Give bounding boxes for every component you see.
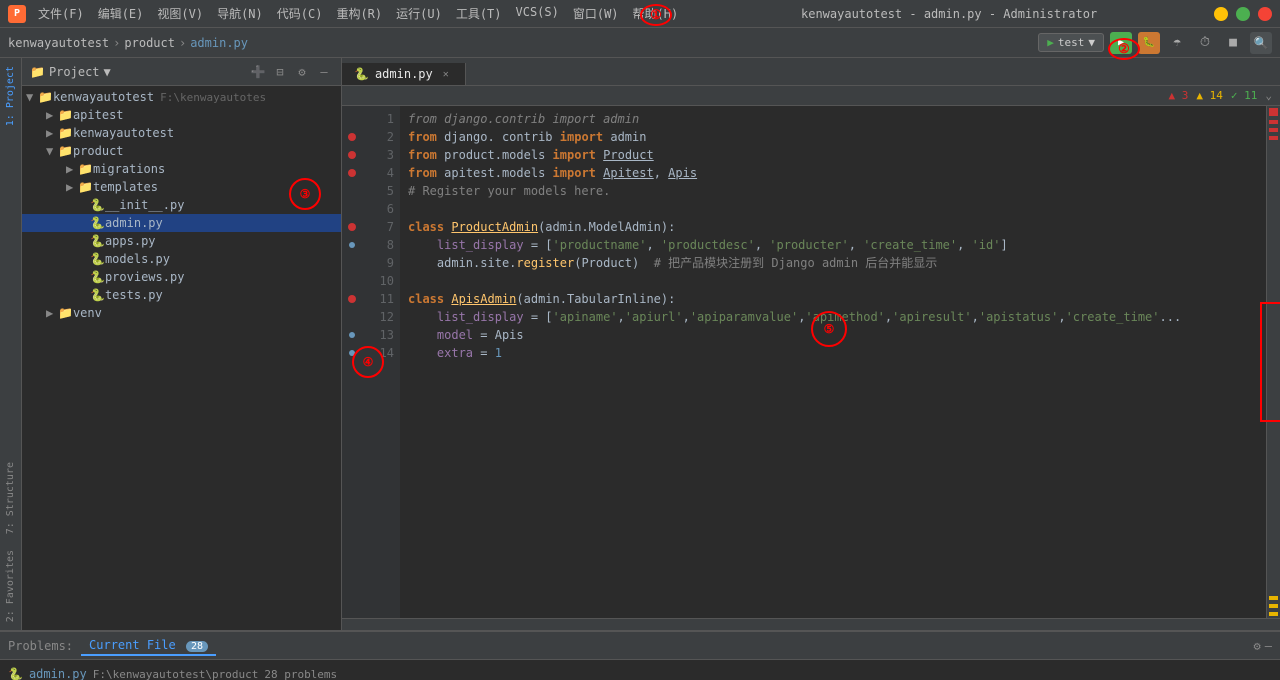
tree-item-root[interactable]: ▼ 📁 kenwayautotest F:\kenwayautotes — [22, 88, 341, 106]
app-logo: P — [8, 5, 26, 23]
project-panel-title[interactable]: 📁 Project ▼ — [30, 65, 111, 79]
menu-run[interactable]: 运行(U) — [390, 3, 448, 24]
gutter — [342, 106, 362, 618]
tree-item-proviews-py[interactable]: 🐍 proviews.py — [22, 268, 341, 286]
run-config-selector[interactable]: ▶ test ▼ — [1038, 33, 1104, 52]
tab-close-button[interactable]: ✕ — [439, 67, 453, 81]
project-collapse-button[interactable]: ⊟ — [271, 63, 289, 81]
breadcrumb: kenwayautotest › product › admin.py — [8, 36, 248, 50]
project-panel: ③ 📁 Project ▼ ➕ ⊟ ⚙ — ▼ 📁 — [22, 58, 342, 630]
stop-button[interactable]: ■ — [1222, 32, 1244, 54]
minimize-button[interactable] — [1214, 7, 1228, 21]
menu-refactor[interactable]: 重构(R) — [330, 3, 388, 24]
problem-file-header: 🐍 admin.py F:\kenwayautotest\product 28 … — [0, 664, 1280, 680]
error-count: ▲ 3 — [1169, 89, 1189, 102]
project-add-button[interactable]: ➕ — [249, 63, 267, 81]
menu-view[interactable]: 视图(V) — [151, 3, 209, 24]
code-content[interactable]: from django.contrib import admin from dj… — [400, 106, 1266, 618]
tab-admin-py[interactable]: 🐍 admin.py ✕ — [342, 63, 466, 85]
menu-file[interactable]: 文件(F) — [32, 3, 90, 24]
debug-button[interactable]: 🐛 — [1138, 32, 1160, 54]
problems-label: Problems: — [8, 639, 73, 653]
tab-bar: 🐍 admin.py ✕ — [342, 58, 1280, 86]
tree-item-templates[interactable]: ▶ 📁 templates — [22, 178, 341, 196]
project-close-button[interactable]: — — [315, 63, 333, 81]
tree-item-models-py[interactable]: 🐍 models.py — [22, 250, 341, 268]
project-settings-button[interactable]: ⚙ — [293, 63, 311, 81]
problems-content: 🐍 admin.py F:\kenwayautotest\product 28 … — [0, 660, 1280, 680]
project-panel-header: 📁 Project ▼ ➕ ⊟ ⚙ — — [22, 58, 341, 86]
problems-panel: ⑦ Problems: Current File 28 ⚙ — 🐍 admin.… — [0, 630, 1280, 680]
tree-item-apitest[interactable]: ▶ 📁 apitest — [22, 106, 341, 124]
problems-close-button[interactable]: — — [1265, 639, 1272, 653]
nav-bar: kenwayautotest › product › admin.py ▶ te… — [0, 28, 1280, 58]
problems-settings-button[interactable]: ⚙ — [1254, 639, 1261, 653]
scroll-error-indicator-3 — [1269, 128, 1278, 132]
tree-item-apps-py[interactable]: 🐍 apps.py — [22, 232, 341, 250]
tree-item-venv[interactable]: ▶ 📁 venv — [22, 304, 341, 322]
menu-bar: 文件(F) 编辑(E) 视图(V) 导航(N) 代码(C) 重构(R) 运行(U… — [32, 3, 684, 24]
file-tree: ▼ 📁 kenwayautotest F:\kenwayautotes ▶ 📁 … — [22, 86, 341, 630]
scroll-error-indicator[interactable] — [1269, 108, 1278, 116]
window-title: kenwayautotest - admin.py - Administrato… — [801, 7, 1097, 21]
menu-help[interactable]: 帮助(H) — [627, 3, 685, 24]
menu-vcs[interactable]: VCS(S) — [510, 3, 565, 24]
problems-count-badge: 28 — [186, 641, 208, 652]
tree-item-kenwayautotest[interactable]: ▶ 📁 kenwayautotest — [22, 124, 341, 142]
menu-navigate[interactable]: 导航(N) — [211, 3, 269, 24]
breadcrumb-file[interactable]: admin.py — [190, 36, 248, 50]
horizontal-scrollbar[interactable] — [342, 618, 1280, 630]
sidebar-label-project[interactable]: 1: Project — [3, 58, 18, 134]
breadcrumb-product[interactable]: product — [124, 36, 175, 50]
search-everywhere-button[interactable]: 🔍 — [1250, 32, 1272, 54]
ok-count: ✓ 11 — [1231, 89, 1258, 102]
maximize-button[interactable] — [1236, 7, 1250, 21]
title-bar: P 文件(F) 编辑(E) 视图(V) 导航(N) 代码(C) 重构(R) 运行… — [0, 0, 1280, 28]
line-numbers: 123456 789101112 1314 — [362, 106, 400, 618]
left-sidebar: 1: Project 7: Structure 2: Favorites — [0, 58, 22, 630]
expand-errors-button[interactable]: ⌄ — [1265, 89, 1272, 102]
tree-item-admin-py[interactable]: 🐍 admin.py — [22, 214, 341, 232]
profile-button[interactable]: ⏱ — [1194, 32, 1216, 54]
tree-item-product[interactable]: ▼ 📁 product — [22, 142, 341, 160]
menu-edit[interactable]: 编辑(E) — [92, 3, 150, 24]
close-button[interactable] — [1258, 7, 1272, 21]
problems-tab-current-file[interactable]: Current File 28 — [81, 636, 216, 656]
tree-item-init-py[interactable]: 🐍 __init__.py — [22, 196, 341, 214]
menu-tools[interactable]: 工具(T) — [450, 3, 508, 24]
scroll-indicators[interactable] — [1266, 106, 1280, 618]
error-info-bar: ▲ 3 ▲ 14 ✓ 11 ⌄ — [342, 86, 1280, 106]
sidebar-label-favorites[interactable]: 2: Favorites — [3, 542, 18, 630]
menu-code[interactable]: 代码(C) — [271, 3, 329, 24]
tree-item-tests-py[interactable]: 🐍 tests.py — [22, 286, 341, 304]
sidebar-label-structure[interactable]: 7: Structure — [3, 454, 18, 542]
warning-count: ▲ 14 — [1196, 89, 1223, 102]
coverage-button[interactable]: ☂ — [1166, 32, 1188, 54]
editor-area: 🐍 admin.py ✕ ▲ 3 ▲ 14 ✓ 11 ⌄ ④ — [342, 58, 1280, 630]
tree-item-migrations[interactable]: ▶ 📁 migrations — [22, 160, 341, 178]
run-button[interactable]: ▶ — [1110, 32, 1132, 54]
problems-tab-bar: Problems: Current File 28 ⚙ — — [0, 632, 1280, 660]
scroll-error-indicator-2[interactable] — [1269, 120, 1278, 124]
menu-window[interactable]: 窗口(W) — [567, 3, 625, 24]
breadcrumb-project[interactable]: kenwayautotest — [8, 36, 109, 50]
